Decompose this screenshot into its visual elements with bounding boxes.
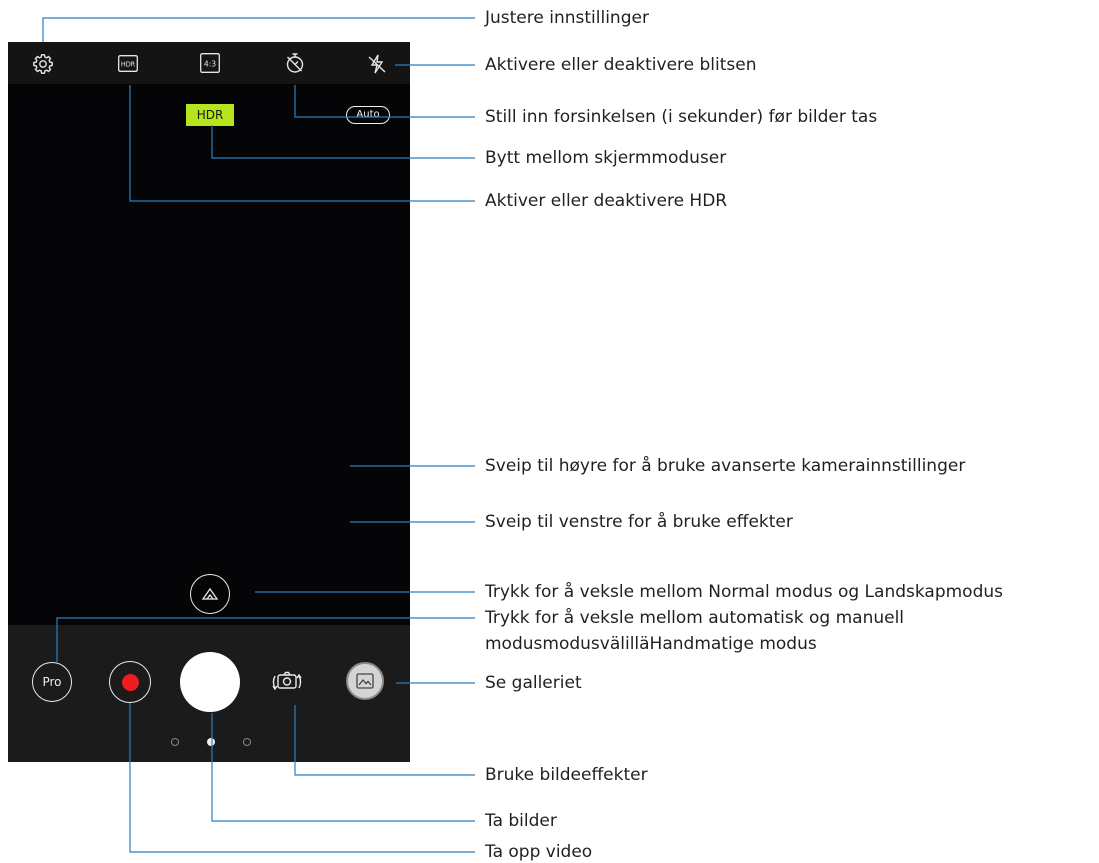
callout-timer: Still inn forsinkelsen (i sekunder) før … (485, 107, 878, 127)
callout-swipe-left: Sveip til venstre for å bruke effekter (485, 512, 793, 532)
callout-screen-mode: Bytt mellom skjermmoduser (485, 148, 727, 168)
callout-auto-manual-2: modusmodusvälilläHandmatige modus (485, 634, 817, 654)
callout-hdr: Aktiver eller deaktivere HDR (485, 191, 728, 211)
callout-landscape-mode: Trykk for å veksle mellom Normal modus o… (485, 582, 1004, 602)
callout-auto-manual-1: Trykk for å veksle mellom automatisk og … (485, 608, 905, 628)
callout-record-video: Ta opp video (485, 842, 593, 862)
callout-take-photo: Ta bilder (485, 811, 557, 831)
callout-lines (42, 17, 475, 853)
callout-swipe-right: Sveip til høyre for å bruke avanserte ka… (485, 456, 966, 476)
callout-gallery: Se galleriet (485, 673, 582, 693)
callout-settings: Justere innstillinger (485, 8, 649, 28)
callout-effects: Bruke bildeeffekter (485, 765, 648, 785)
callout-flash: Aktivere eller deaktivere blitsen (485, 55, 757, 75)
